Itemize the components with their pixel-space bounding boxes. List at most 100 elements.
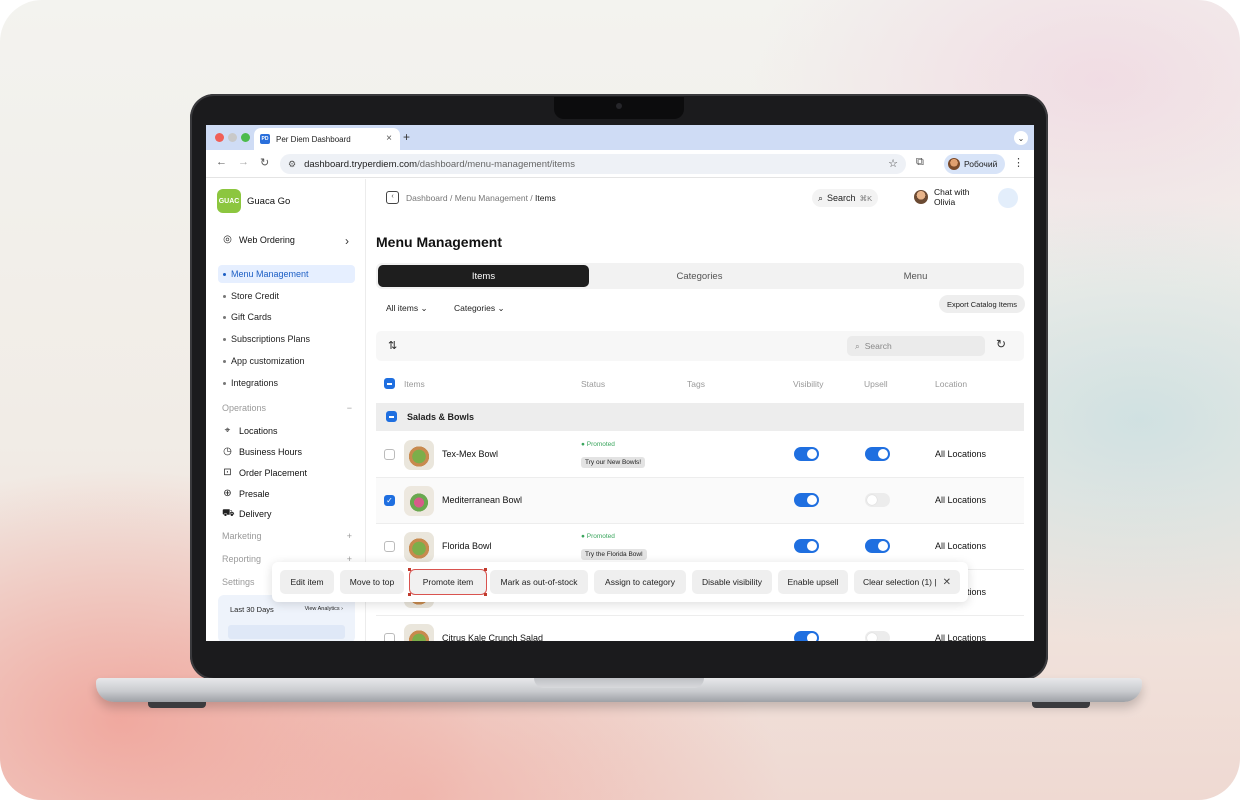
row-checkbox[interactable] bbox=[384, 449, 395, 460]
sidebar-item-label: Web Ordering bbox=[239, 234, 295, 245]
section-label: Marketing bbox=[222, 531, 262, 541]
cart-icon: ⊡ bbox=[223, 467, 232, 478]
visibility-toggle[interactable] bbox=[794, 493, 819, 507]
clear-selection-button[interactable]: Clear selection (1) | ✕ bbox=[854, 570, 960, 594]
sidebar-item-integrations[interactable]: Integrations bbox=[218, 374, 355, 392]
filter-label: All items bbox=[386, 303, 419, 313]
table-row[interactable]: Citrus Kale Crunch Salad All Locations bbox=[376, 616, 1024, 641]
sidebar-item-menu-management[interactable]: Menu Management bbox=[218, 265, 355, 283]
location-cell: All Locations bbox=[935, 495, 987, 505]
selection-handle bbox=[408, 568, 411, 571]
user-avatar[interactable] bbox=[998, 188, 1018, 208]
sort-icon[interactable]: ⇅ bbox=[388, 339, 397, 352]
edit-item-button[interactable]: Edit item bbox=[280, 570, 334, 594]
grid-search-input[interactable]: ⌕ Search bbox=[847, 336, 985, 356]
sidebar-item-label: App customization bbox=[231, 356, 305, 366]
sidebar-item-business-hours[interactable]: ◷ Business Hours bbox=[222, 446, 302, 457]
sidebar-item-store-credit[interactable]: Store Credit bbox=[218, 287, 355, 305]
mark-out-of-stock-button[interactable]: Mark as out-of-stock bbox=[490, 570, 588, 594]
group-checkbox[interactable] bbox=[386, 411, 397, 422]
breadcrumb-menu-management[interactable]: Menu Management bbox=[455, 193, 528, 203]
bookmark-star-icon[interactable]: ☆ bbox=[888, 157, 898, 170]
sidebar-item-label: Presale bbox=[239, 488, 270, 499]
address-bar[interactable]: ⚙ dashboard.tryperdiem.com/dashboard/men… bbox=[280, 154, 906, 174]
chevron-right-icon[interactable]: › bbox=[345, 234, 349, 248]
sidebar-item-label: Delivery bbox=[239, 508, 272, 519]
sidebar-item-web-ordering[interactable]: ◎ Web Ordering bbox=[222, 234, 295, 245]
table-row[interactable]: Tex-Mex Bowl ● Promoted Try our New Bowl… bbox=[376, 432, 1024, 478]
sidebar-item-subscriptions-plans[interactable]: Subscriptions Plans bbox=[218, 330, 355, 348]
upsell-toggle[interactable] bbox=[865, 631, 890, 641]
promote-item-button[interactable]: Promote item bbox=[410, 570, 486, 594]
tab-items[interactable]: Items bbox=[378, 265, 589, 287]
export-catalog-button[interactable]: Export Catalog Items bbox=[939, 295, 1026, 313]
bullet-icon bbox=[223, 272, 226, 276]
column-location: Location bbox=[935, 379, 968, 389]
upsell-toggle[interactable] bbox=[865, 539, 890, 553]
page-title: Menu Management bbox=[376, 234, 503, 250]
browser-menu-icon[interactable]: ⋮ bbox=[1013, 156, 1024, 169]
visibility-toggle[interactable] bbox=[794, 631, 819, 641]
sidebar-item-app-customization[interactable]: App customization bbox=[218, 352, 355, 370]
visibility-toggle[interactable] bbox=[794, 539, 819, 553]
bulk-action-bar: Edit item Move to top Promote item Mark … bbox=[272, 562, 968, 602]
row-checkbox[interactable] bbox=[384, 633, 395, 641]
site-settings-icon[interactable]: ⚙ bbox=[288, 159, 296, 170]
sidebar-item-presale[interactable]: ⊕ Presale bbox=[222, 488, 270, 499]
categories-filter[interactable]: Categories ⌄ bbox=[454, 303, 505, 314]
upsell-toggle[interactable] bbox=[865, 447, 890, 461]
tab-categories[interactable]: Categories bbox=[594, 265, 805, 287]
enable-upsell-button[interactable]: Enable upsell bbox=[778, 570, 848, 594]
brand[interactable]: GUAC Guaca Go bbox=[217, 189, 290, 213]
close-window-button[interactable] bbox=[215, 133, 224, 142]
chevron-down-icon: ⌄ bbox=[497, 303, 505, 313]
url-path: /dashboard/menu-management/items bbox=[417, 158, 575, 170]
view-analytics-link[interactable]: View Analytics › bbox=[305, 606, 343, 612]
sidebar-item-label: Order Placement bbox=[239, 467, 308, 478]
maximize-window-button[interactable] bbox=[241, 133, 250, 142]
chat-with-olivia-button[interactable]: Chat with Olivia bbox=[914, 187, 969, 207]
breadcrumb-dashboard[interactable]: Dashboard bbox=[406, 193, 448, 203]
sidebar-section-marketing[interactable]: Marketing + bbox=[222, 531, 352, 541]
close-tab-icon[interactable]: × bbox=[386, 133, 392, 144]
camera-icon bbox=[616, 103, 622, 109]
assign-to-category-button[interactable]: Assign to category bbox=[594, 570, 686, 594]
column-visibility: Visibility bbox=[793, 379, 824, 389]
sidebar-item-locations[interactable]: ⌖ Locations bbox=[222, 425, 278, 436]
column-tags: Tags bbox=[687, 379, 705, 389]
sidebar-item-delivery[interactable]: ⛟ Delivery bbox=[222, 508, 272, 519]
refresh-icon[interactable]: ↻ bbox=[996, 337, 1006, 351]
disable-visibility-button[interactable]: Disable visibility bbox=[692, 570, 772, 594]
visibility-toggle[interactable] bbox=[794, 447, 819, 461]
new-tab-icon[interactable]: + bbox=[403, 130, 410, 144]
promo-tag: Try the Florida Bowl bbox=[581, 549, 647, 560]
row-checkbox[interactable] bbox=[384, 541, 395, 552]
location-cell: All Locations bbox=[935, 633, 987, 641]
upsell-toggle[interactable] bbox=[865, 493, 890, 507]
collapse-sidebar-icon[interactable]: ‹ bbox=[386, 191, 399, 204]
group-row-salads-bowls[interactable]: Salads & Bowls bbox=[376, 403, 1024, 431]
sidebar-item-order-placement[interactable]: ⊡ Order Placement bbox=[222, 467, 307, 478]
select-all-checkbox[interactable] bbox=[384, 378, 395, 389]
profile-chip[interactable]: Робочий bbox=[944, 154, 1006, 174]
tab-menu[interactable]: Menu bbox=[810, 265, 1021, 287]
minimize-window-button[interactable] bbox=[228, 133, 237, 142]
collapse-minus-icon[interactable]: − bbox=[347, 403, 352, 413]
browser-tab[interactable]: PD Per Diem Dashboard × bbox=[254, 128, 400, 150]
row-checkbox[interactable]: ✓ bbox=[384, 495, 395, 506]
extensions-puzzle-icon[interactable]: ⧉ bbox=[916, 156, 924, 169]
global-search-button[interactable]: ⌕ Search ⌘K bbox=[812, 189, 879, 207]
sidebar-item-gift-cards[interactable]: Gift Cards bbox=[218, 308, 355, 326]
reload-icon[interactable]: ↻ bbox=[260, 156, 269, 169]
back-arrow-icon[interactable]: ← bbox=[216, 156, 227, 168]
bullet-icon bbox=[223, 381, 226, 385]
table-row[interactable]: ✓ Mediterranean Bowl All Locations bbox=[376, 478, 1024, 524]
close-icon[interactable]: ✕ bbox=[943, 577, 951, 588]
move-to-top-button[interactable]: Move to top bbox=[340, 570, 404, 594]
sidebar-section-operations[interactable]: Operations − bbox=[222, 403, 352, 413]
all-items-filter[interactable]: All items ⌄ bbox=[386, 303, 428, 314]
tab-search-chevron-icon[interactable]: ⌄ bbox=[1014, 131, 1028, 145]
forward-arrow-icon[interactable]: → bbox=[238, 156, 249, 168]
brand-name: Guaca Go bbox=[247, 195, 291, 207]
expand-plus-icon[interactable]: + bbox=[347, 531, 352, 541]
